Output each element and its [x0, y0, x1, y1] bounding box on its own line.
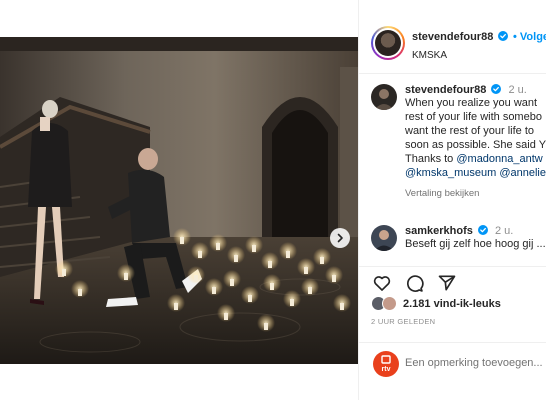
- follow-button[interactable]: • Volgen: [513, 31, 546, 43]
- mention-link[interactable]: @annelie: [499, 167, 546, 179]
- caption-line: Thanks to @madonna_antw: [405, 152, 546, 166]
- instagram-post: stevendefour88 • Volgen KMSKA: [0, 0, 546, 400]
- comment-username[interactable]: samkerkhofs: [405, 225, 473, 237]
- avatar-image: [371, 225, 397, 251]
- caption-username[interactable]: stevendefour88: [405, 84, 486, 96]
- caption-text: Thanks to: [405, 153, 457, 165]
- post-header: stevendefour88 • Volgen KMSKA: [359, 14, 546, 74]
- add-comment-bar: rtv: [359, 342, 546, 382]
- likes-count: 2.181: [403, 298, 431, 310]
- see-translation-link[interactable]: Vertaling bekijken: [405, 188, 546, 199]
- mention-link[interactable]: @madonna_antw: [456, 153, 542, 165]
- viewer-avatar: rtv: [373, 351, 399, 377]
- comment-avatar[interactable]: [371, 225, 397, 251]
- heart-icon[interactable]: [372, 273, 392, 293]
- verified-badge-icon: [477, 225, 488, 235]
- post-photo[interactable]: [0, 37, 358, 364]
- caption-line: want the rest of your life to: [405, 125, 535, 137]
- rtv-logo-icon: [381, 355, 391, 364]
- verified-badge-icon: [498, 31, 509, 41]
- caption-time[interactable]: 2 u.: [508, 84, 526, 96]
- avatar-image: [371, 84, 397, 110]
- caption-line: rest of your life with somebo: [405, 111, 542, 123]
- caption-avatar[interactable]: [371, 84, 397, 110]
- comment-input[interactable]: [405, 353, 546, 373]
- caption-line: When you realize you want: [405, 97, 538, 109]
- viewer-avatar-label: rtv: [381, 366, 391, 373]
- next-photo-button[interactable]: [330, 228, 350, 248]
- paper-plane-icon[interactable]: [437, 273, 457, 293]
- divider: [359, 73, 546, 74]
- location-link[interactable]: KMSKA: [412, 50, 447, 61]
- chevron-right-icon: [337, 233, 343, 243]
- caption-line: @kmska_museum @annelie: [405, 166, 546, 180]
- avatar: [375, 30, 401, 56]
- liker-avatar: [382, 296, 397, 311]
- mention-link[interactable]: @kmska_museum: [405, 167, 496, 179]
- likes-label: vind-ik-leuks: [433, 298, 501, 310]
- comment-bubble-icon[interactable]: [404, 273, 424, 293]
- proposal-photo: [0, 37, 358, 364]
- caption-line: soon as possible. She said Y: [405, 139, 546, 151]
- comment-time[interactable]: 2 u.: [495, 225, 513, 237]
- post-sidebar: stevendefour88 • Volgen KMSKA: [358, 0, 546, 400]
- header-username[interactable]: stevendefour88: [412, 31, 493, 43]
- comment-text: Beseft gij zelf hoe hoog gij ...: [405, 238, 546, 250]
- post-timestamp[interactable]: 2 UUR GELEDEN: [371, 317, 435, 326]
- action-bar: [359, 266, 546, 296]
- verified-badge-icon: [491, 84, 502, 94]
- story-ring[interactable]: [371, 26, 405, 60]
